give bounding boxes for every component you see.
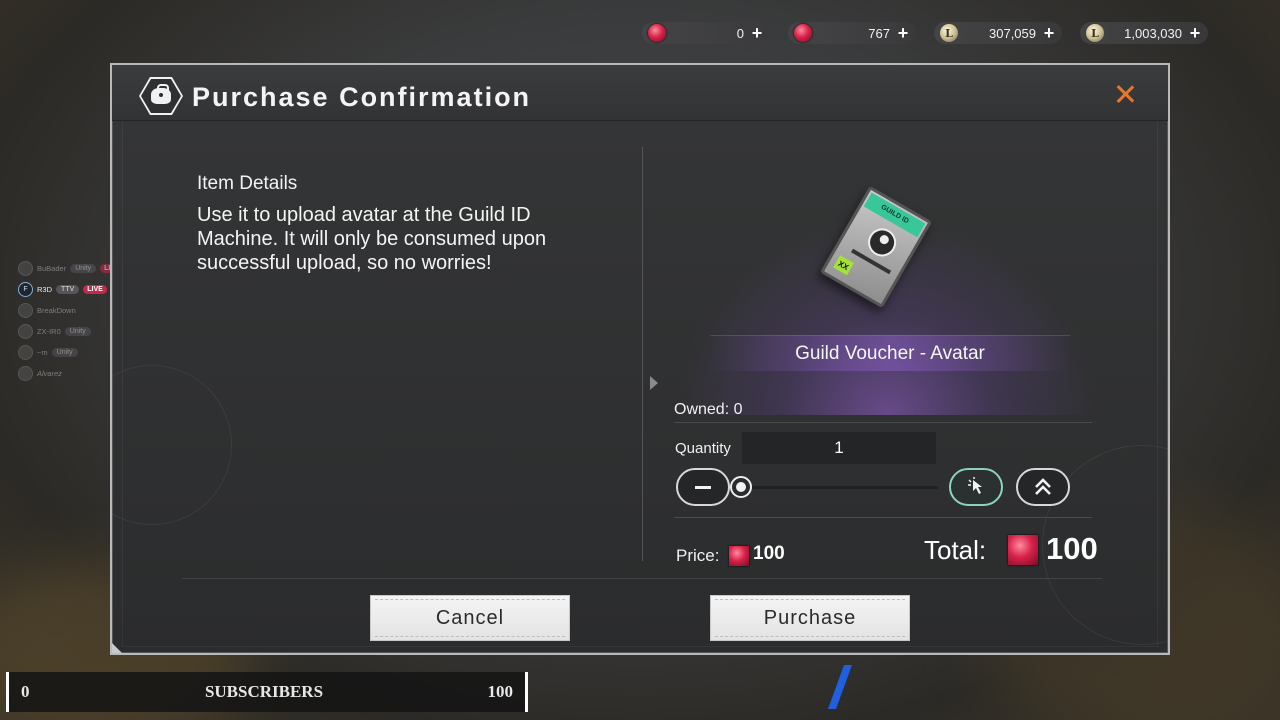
price-label: Price:	[676, 546, 720, 565]
currency-coins: L 307,059 +	[934, 22, 1062, 44]
corner-accent	[112, 641, 124, 653]
currency-value: 0	[736, 25, 744, 41]
platform-tag: Unity	[51, 348, 78, 357]
subscriber-goal-bar: 0 SUBSCRIBERS 100	[6, 672, 528, 712]
auto-fill-button[interactable]	[949, 468, 1003, 506]
add-currency-button[interactable]: +	[1042, 24, 1056, 42]
quantity-slider-handle[interactable]	[730, 476, 752, 498]
guild-voucher-card-image: GUILD ID XX	[819, 185, 933, 309]
close-icon[interactable]	[1114, 83, 1136, 105]
platform-tag: Unity	[70, 264, 97, 273]
red-gem-icon	[794, 24, 812, 42]
friend-name: R3D	[37, 285, 53, 294]
pane-divider	[642, 147, 643, 561]
quantity-slider-track[interactable]	[742, 486, 938, 489]
friend-name: ~m	[37, 348, 48, 357]
gold-coin-icon: L	[940, 24, 958, 42]
red-gem-icon	[1008, 535, 1038, 565]
currency-gems-free: 0 +	[642, 22, 770, 44]
purchase-dialog: Purchase Confirmation Item Details Use i…	[110, 63, 1170, 655]
friend-name: ZX-IR0	[37, 327, 61, 336]
overlay-slash-decoration	[827, 665, 853, 709]
red-gem-icon	[648, 24, 666, 42]
subscriber-goal: 100	[487, 682, 514, 701]
total-label: Total:	[924, 535, 987, 565]
decrease-quantity-button[interactable]	[676, 468, 730, 506]
avatar	[18, 324, 33, 339]
platform-tag: Unity	[64, 327, 91, 336]
total-value: 100	[1046, 531, 1098, 566]
pointer-icon	[968, 477, 982, 494]
avatar	[18, 261, 33, 276]
gold-coin-icon: L	[1086, 24, 1104, 42]
live-badge: LIVE	[83, 285, 107, 294]
avatar	[18, 345, 33, 360]
add-currency-button[interactable]: +	[750, 24, 764, 42]
red-gem-icon	[729, 546, 749, 566]
currency-coins-total: L 1,003,030 +	[1080, 22, 1208, 44]
friend-name: BreakDown	[37, 306, 76, 315]
item-details-heading: Item Details	[197, 173, 298, 194]
currency-value: 1,003,030	[1124, 25, 1182, 41]
item-name: Guild Voucher - Avatar	[795, 343, 985, 364]
currency-value: 767	[868, 25, 890, 41]
platform-tag: TTV	[56, 285, 80, 294]
item-description: Use it to upload avatar at the Guild ID …	[197, 204, 547, 274]
avatar	[18, 303, 33, 318]
divider	[182, 578, 1102, 579]
avatar: F	[18, 282, 33, 297]
currency-bar: 0 + 767 + L 307,059 + L 1,003,030 +	[642, 22, 1208, 44]
card-badge: XX	[833, 255, 854, 276]
dialog-header: Purchase Confirmation	[112, 65, 1168, 121]
dialog-title: Purchase Confirmation	[192, 82, 532, 112]
friend-name: BuBader	[37, 264, 67, 273]
friend-name: Alvarez	[37, 369, 63, 378]
currency-value: 307,059	[989, 25, 1036, 41]
double-chevron-up-icon	[1035, 478, 1051, 495]
avatar	[18, 366, 33, 381]
decorative-ring	[112, 365, 232, 525]
avatar-silhouette-icon	[862, 223, 902, 262]
currency-gems: 767 +	[788, 22, 916, 44]
divider	[674, 517, 1092, 518]
price-value: 100	[753, 543, 785, 564]
purchase-button[interactable]: Purchase	[710, 595, 910, 641]
add-currency-button[interactable]: +	[1188, 24, 1202, 42]
divider	[674, 422, 1092, 423]
quantity-label: Quantity	[675, 440, 731, 457]
max-quantity-button[interactable]	[1016, 468, 1070, 506]
minus-icon	[695, 485, 711, 489]
expand-arrow-icon[interactable]	[650, 376, 658, 390]
owned-count: Owned: 0	[674, 401, 743, 418]
quantity-input[interactable]: 1	[742, 432, 936, 464]
add-currency-button[interactable]: +	[896, 24, 910, 42]
cancel-button[interactable]: Cancel	[370, 595, 570, 641]
subscriber-label: SUBSCRIBERS	[204, 682, 324, 701]
